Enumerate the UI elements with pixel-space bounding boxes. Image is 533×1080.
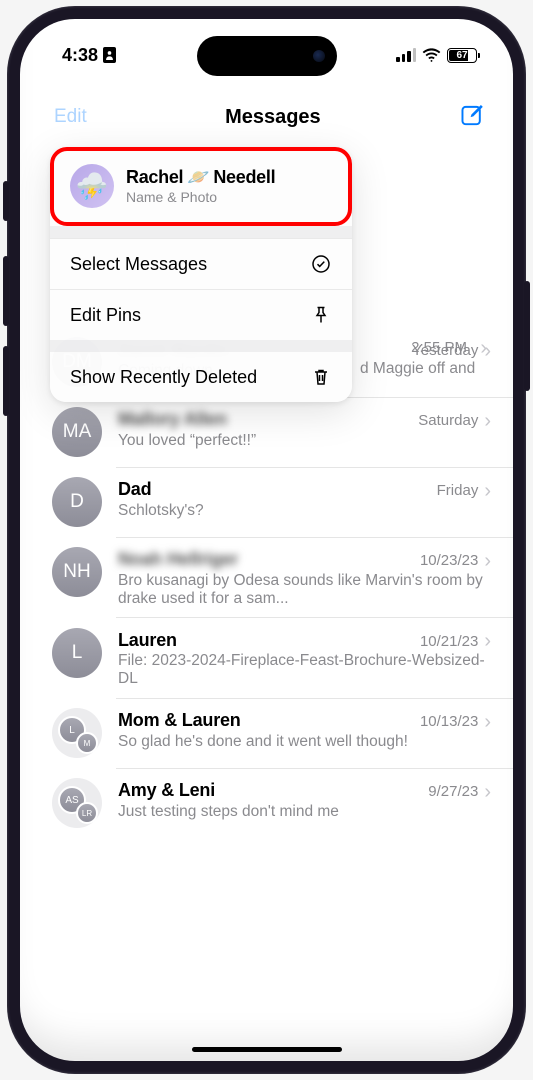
side-button-vol-down	[3, 346, 9, 416]
conversation-date: Saturday	[418, 412, 478, 429]
conversation-preview: You loved “perfect!!”	[118, 432, 491, 450]
front-camera	[313, 50, 325, 62]
conversation-date: 9/27/23	[428, 783, 478, 800]
conversation-preview: Schlotsky's?	[118, 502, 491, 520]
menu-label: Edit Pins	[70, 305, 141, 326]
side-button-silence	[3, 181, 9, 221]
dynamic-island	[197, 36, 337, 76]
conversation-name: Noah Hellriger	[118, 549, 238, 570]
conversation-row[interactable]: L M Mom & Lauren 10/13/23 ›So glad he's don…	[20, 698, 513, 768]
conversation-date: 10/23/23	[420, 552, 478, 569]
conversation-date: 10/13/23	[420, 713, 478, 730]
conversation-row[interactable]: MA Mallory Allen Saturday ›You loved “perfe…	[20, 397, 513, 467]
conversation-preview: Just testing steps don't mind me	[118, 803, 491, 821]
contact-card-icon	[103, 47, 116, 63]
checkmark-circle-icon	[310, 253, 332, 275]
avatar: M	[76, 732, 98, 754]
avatar: D	[52, 477, 102, 527]
conversation-name: Amy & Leni	[118, 780, 215, 801]
phone-frame: 4:38 67 Edit Messages	[7, 6, 526, 1074]
conversation-name: Mom & Lauren	[118, 710, 241, 731]
profile-subtitle: Name & Photo	[126, 189, 275, 205]
avatar: LR	[76, 802, 98, 824]
conversation-name: Mallory Allen	[118, 409, 227, 430]
chevron-right-icon: ›	[484, 341, 491, 361]
conversation-name: Dad	[118, 479, 151, 500]
page-title: Messages	[225, 106, 321, 129]
avatar-group: L M	[52, 708, 102, 758]
profile-name: Rachel 🪐 Needell	[126, 167, 275, 188]
avatar: L	[52, 628, 102, 678]
pin-icon	[310, 304, 332, 326]
menu-label: Show Recently Deleted	[70, 367, 257, 388]
cellular-icon	[396, 48, 416, 62]
menu-recently-deleted[interactable]: Show Recently Deleted	[50, 352, 352, 402]
chevron-right-icon: ›	[484, 411, 491, 431]
conversation-row[interactable]: L Lauren 10/21/23 ›File: 2023-2024-Fireplac…	[20, 618, 513, 699]
side-button-power	[524, 281, 530, 391]
chevron-right-icon: ›	[484, 551, 491, 571]
menu-select-messages[interactable]: Select Messages	[50, 238, 352, 289]
conversation-date: Friday	[437, 482, 479, 499]
avatar-group: AS LR	[52, 778, 102, 828]
profile-avatar: ⛈️	[70, 164, 114, 208]
chevron-right-icon: ›	[484, 481, 491, 501]
avatar: NH	[52, 547, 102, 597]
status-time: 4:38	[62, 45, 98, 66]
nav-header: Edit Messages	[20, 94, 513, 140]
planet-icon: 🪐	[187, 167, 209, 188]
compose-button[interactable]	[459, 102, 485, 133]
chevron-right-icon: ›	[484, 631, 491, 651]
home-indicator[interactable]	[192, 1047, 342, 1052]
avatar: MA	[52, 407, 102, 457]
conversation-row[interactable]: NH Noah Hellriger 10/23/23 ›Bro kusanagi by…	[20, 537, 513, 618]
screen: 4:38 67 Edit Messages	[20, 19, 513, 1061]
conversation-date: Yesterday	[412, 342, 478, 359]
battery-icon: 67	[447, 48, 477, 63]
menu-edit-pins[interactable]: Edit Pins	[50, 289, 352, 340]
menu-name-photo[interactable]: ⛈️ Rachel 🪐 Needell Name & Photo	[50, 147, 352, 226]
menu-label: Select Messages	[70, 254, 207, 275]
chevron-right-icon: ›	[484, 712, 491, 732]
conversation-row[interactable]: AS LR Amy & Leni 9/27/23 ›Just testing step…	[20, 768, 513, 838]
side-button-vol-up	[3, 256, 9, 326]
conversation-date: 10/21/23	[420, 633, 478, 650]
chevron-right-icon: ›	[484, 782, 491, 802]
conversation-preview: Bro kusanagi by Odesa sounds like Marvin…	[118, 572, 491, 608]
edit-button[interactable]: Edit	[54, 106, 87, 128]
conversation-row[interactable]: D Dad Friday ›Schlotsky's?	[20, 467, 513, 537]
wifi-icon	[422, 48, 441, 62]
trash-icon	[310, 366, 332, 388]
conversation-name: Lauren	[118, 630, 177, 651]
conversation-preview: File: 2023-2024-Fireplace-Feast-Brochure…	[118, 652, 491, 688]
conversation-preview: So glad he's done and it went well thoug…	[118, 733, 491, 751]
edit-menu: ⛈️ Rachel 🪐 Needell Name & Photo Select …	[50, 147, 352, 402]
